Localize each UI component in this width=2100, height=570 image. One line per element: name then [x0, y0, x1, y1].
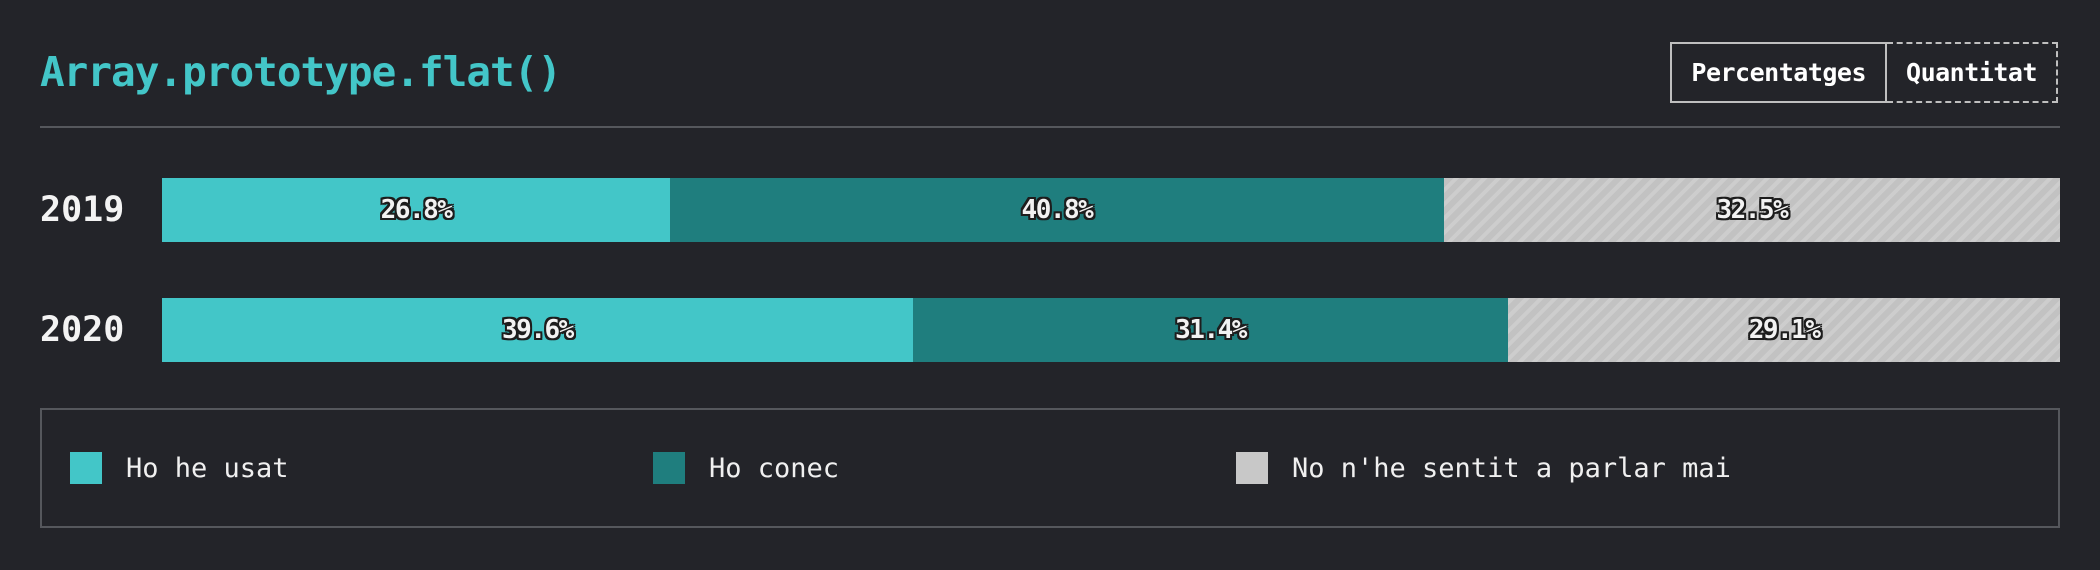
bar-segment-2019-known[interactable]: 40.8% — [670, 178, 1444, 242]
bar-row-2020: 2020 39.6% 31.4% 29.1% — [40, 298, 2060, 362]
page-title: Array.prototype.flat() — [40, 48, 562, 96]
legend-label-used: Ho he usat — [126, 452, 289, 484]
bar-row-2019: 2019 26.8% 40.8% 32.5% — [40, 178, 2060, 242]
data-label-2019-used: 26.8% — [380, 195, 453, 225]
percentages-button[interactable]: Percentatges — [1670, 42, 1888, 103]
legend-swatch-known — [653, 452, 685, 484]
legend-swatch-used — [70, 452, 102, 484]
data-label-2020-never: 29.1% — [1748, 315, 1821, 345]
legend-swatch-never — [1236, 452, 1268, 484]
bar-segment-2020-never[interactable]: 29.1% — [1508, 298, 2060, 362]
legend-label-known: Ho conec — [709, 452, 840, 484]
legend-item-known[interactable]: Ho conec — [653, 410, 839, 526]
bar-segment-2020-known[interactable]: 31.4% — [912, 298, 1509, 362]
unit-toggle: Percentatges Quantitat — [1670, 42, 2058, 103]
data-label-2019-known: 40.8% — [1021, 195, 1094, 225]
bar-segment-2019-never[interactable]: 32.5% — [1443, 178, 2060, 242]
data-label-2019-never: 32.5% — [1716, 195, 1788, 225]
legend-label-never: No n'he sentit a parlar mai — [1292, 452, 1731, 484]
row-label-2019: 2019 — [40, 190, 125, 230]
bar-segment-2020-used[interactable]: 39.6% — [162, 298, 913, 362]
chart-legend: Ho he usat Ho conec No n'he sentit a par… — [40, 408, 2060, 528]
bar-track-2020: 39.6% 31.4% 29.1% — [162, 298, 2060, 362]
data-label-2020-known: 31.4% — [1175, 315, 1247, 345]
legend-item-used[interactable]: Ho he usat — [70, 410, 289, 526]
bar-segment-2019-used[interactable]: 26.8% — [162, 178, 671, 242]
data-label-2020-used: 39.6% — [502, 315, 574, 345]
quantity-button[interactable]: Quantitat — [1887, 42, 2058, 103]
legend-item-never[interactable]: No n'he sentit a parlar mai — [1236, 410, 1731, 526]
header-divider — [40, 126, 2060, 128]
bar-track-2019: 26.8% 40.8% 32.5% — [162, 178, 2060, 242]
row-label-2020: 2020 — [40, 310, 125, 350]
